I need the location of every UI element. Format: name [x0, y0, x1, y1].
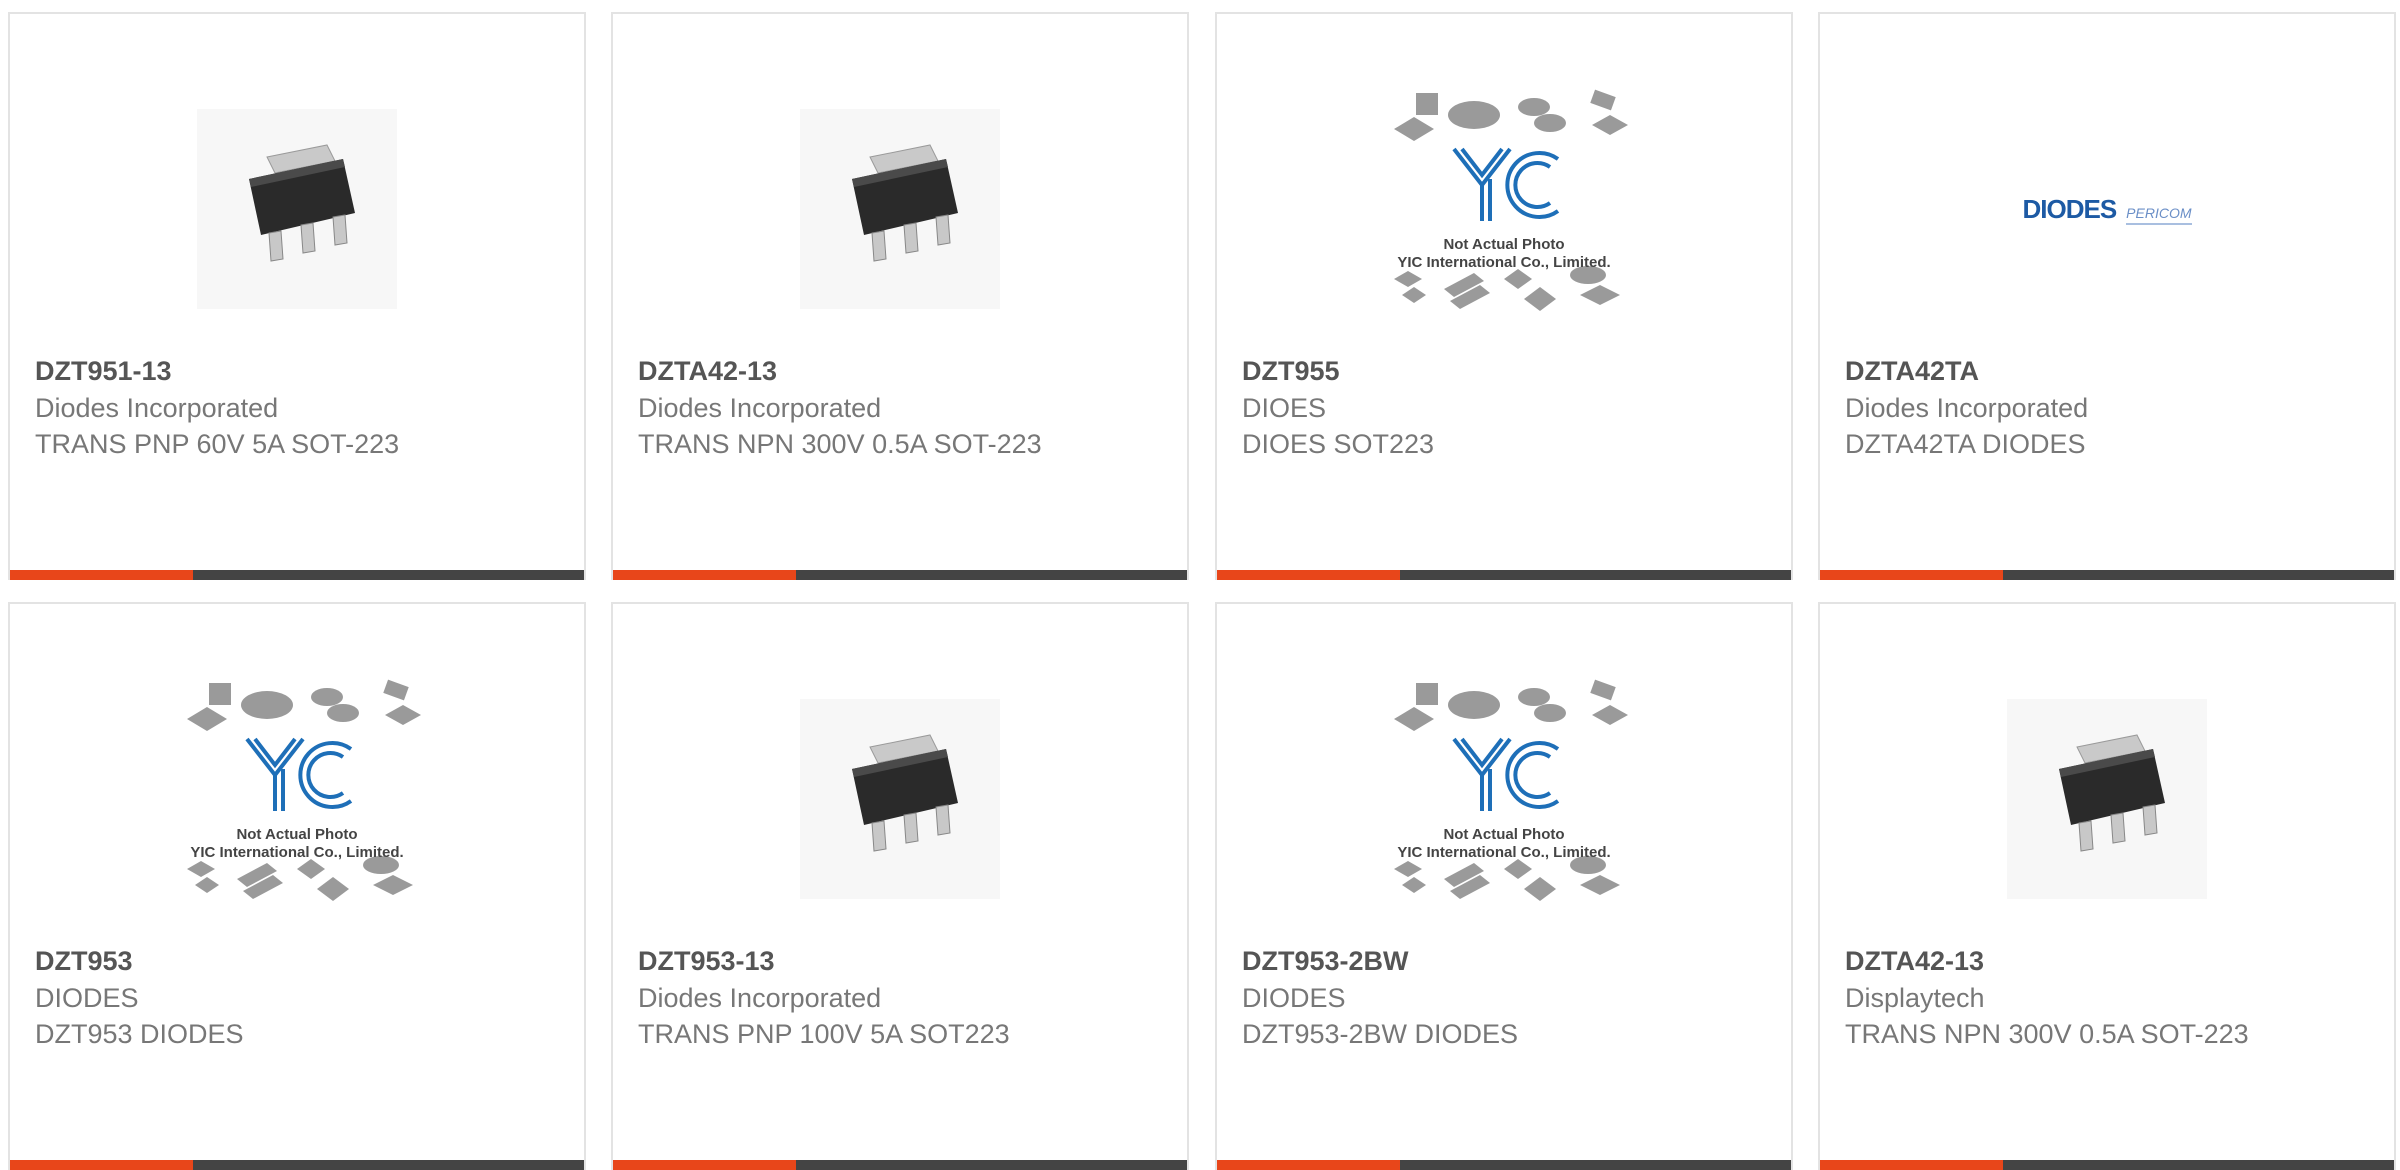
- card-footer-bar: [1820, 1160, 2394, 1170]
- product-info: DZTA42-13 Displaytech TRANS NPN 300V 0.5A …: [1845, 942, 2285, 1052]
- part-number[interactable]: DZT953: [35, 942, 475, 980]
- card-footer-bar: [1820, 570, 2394, 580]
- product-image[interactable]: [1820, 664, 2394, 934]
- description: DZT953 DIODES: [35, 1019, 244, 1049]
- product-card[interactable]: Not Actual Photo YIC International Co., L…: [1215, 12, 1793, 580]
- pericom-brand: PERICOM: [2126, 205, 2192, 225]
- diodes-logo[interactable]: DIODES PERICOM: [2022, 193, 2192, 225]
- product-image[interactable]: [613, 74, 1187, 344]
- description: DIOES SOT223: [1242, 429, 1435, 459]
- manufacturer: Diodes Incorporated: [35, 393, 279, 423]
- manufacturer: DIODES: [35, 983, 139, 1013]
- description: TRANS PNP 100V 5A SOT223: [638, 1019, 1010, 1049]
- card-footer-bar: [613, 1160, 1187, 1170]
- product-card[interactable]: Not Actual Photo YIC International Co., L…: [8, 602, 586, 1170]
- manufacturer: Displaytech: [1845, 983, 1985, 1013]
- description: DZT953-2BW DIODES: [1242, 1019, 1519, 1049]
- part-number[interactable]: DZT953-2BW: [1242, 942, 1682, 980]
- product-info: DZT953-13 Diodes Incorporated TRANS PNP 10…: [638, 942, 1078, 1052]
- product-card[interactable]: DZTA42-13 Displaytech TRANS NPN 300V 0.5A …: [1818, 602, 2396, 1170]
- product-image[interactable]: Not Actual Photo YIC International Co., L…: [10, 664, 584, 934]
- product-image[interactable]: Not Actual Photo YIC International Co., L…: [1217, 664, 1791, 934]
- card-accent-bar: [613, 570, 796, 580]
- placeholder-line1: Not Actual Photo: [1443, 826, 1564, 843]
- product-card[interactable]: Not Actual Photo YIC International Co., L…: [1215, 602, 1793, 1170]
- diodes-brand: DIODES: [2022, 193, 2117, 224]
- product-image[interactable]: [613, 664, 1187, 934]
- part-number[interactable]: DZT951-13: [35, 352, 475, 390]
- placeholder-line2: YIC International Co., Limited.: [190, 844, 403, 861]
- manufacturer: Diodes Incorporated: [1845, 393, 2089, 423]
- product-info: DZT951-13 Diodes Incorporated TRANS PNP 60…: [35, 352, 475, 462]
- description: DZTA42TA DIODES: [1845, 429, 2086, 459]
- part-number[interactable]: DZTA42-13: [638, 352, 1078, 390]
- part-number[interactable]: DZTA42TA: [1845, 352, 2285, 390]
- product-image[interactable]: DIODES PERICOM: [1820, 74, 2394, 344]
- card-accent-bar: [1820, 570, 2003, 580]
- manufacturer: Diodes Incorporated: [638, 393, 882, 423]
- product-info: DZT955 DIOES DIOES SOT223: [1242, 352, 1682, 462]
- placeholder-line1: Not Actual Photo: [1443, 236, 1564, 253]
- product-card[interactable]: DZT951-13 Diodes Incorporated TRANS PNP 60…: [8, 12, 586, 580]
- product-grid: DZT951-13 Diodes Incorporated TRANS PNP 60…: [0, 0, 2400, 1170]
- sot223-package-image[interactable]: [197, 109, 397, 309]
- card-accent-bar: [1820, 1160, 2003, 1170]
- not-actual-photo-image[interactable]: Not Actual PhotoYIC International Co., L…: [1374, 679, 1634, 919]
- part-number[interactable]: DZT953-13: [638, 942, 1078, 980]
- card-accent-bar: [613, 1160, 796, 1170]
- description: TRANS PNP 60V 5A SOT-223: [35, 429, 400, 459]
- placeholder-line1: Not Actual Photo: [236, 826, 357, 843]
- product-card[interactable]: DIODES PERICOM DZTA42TA Diodes Incorporated…: [1818, 12, 2396, 580]
- card-accent-bar: [1217, 570, 1400, 580]
- manufacturer: DIOES: [1242, 393, 1327, 423]
- not-actual-photo-image[interactable]: Not Actual PhotoYIC International Co., L…: [1374, 89, 1634, 329]
- product-info: DZT953 DIODES DZT953 DIODES: [35, 942, 475, 1052]
- product-info: DZTA42-13 Diodes Incorporated TRANS NPN 30…: [638, 352, 1078, 462]
- product-info: DZTA42TA Diodes Incorporated DZTA42TA DIOD…: [1845, 352, 2285, 462]
- card-footer-bar: [1217, 1160, 1791, 1170]
- manufacturer: Diodes Incorporated: [638, 983, 882, 1013]
- product-card[interactable]: DZT953-13 Diodes Incorporated TRANS PNP 10…: [611, 602, 1189, 1170]
- placeholder-line2: YIC International Co., Limited.: [1397, 844, 1610, 861]
- card-footer-bar: [10, 1160, 584, 1170]
- card-footer-bar: [10, 570, 584, 580]
- manufacturer: DIODES: [1242, 983, 1346, 1013]
- card-accent-bar: [1217, 1160, 1400, 1170]
- part-number[interactable]: DZT955: [1242, 352, 1682, 390]
- card-accent-bar: [10, 570, 193, 580]
- product-image[interactable]: [10, 74, 584, 344]
- sot223-package-image[interactable]: [800, 699, 1000, 899]
- placeholder-line2: YIC International Co., Limited.: [1397, 254, 1610, 271]
- sot223-package-image[interactable]: [800, 109, 1000, 309]
- product-image[interactable]: Not Actual Photo YIC International Co., L…: [1217, 74, 1791, 344]
- sot223-package-image[interactable]: [2007, 699, 2207, 899]
- product-card[interactable]: DZTA42-13 Diodes Incorporated TRANS NPN 30…: [611, 12, 1189, 580]
- card-footer-bar: [1217, 570, 1791, 580]
- description: TRANS NPN 300V 0.5A SOT-223: [1845, 1019, 2249, 1049]
- card-footer-bar: [613, 570, 1187, 580]
- not-actual-photo-image[interactable]: Not Actual PhotoYIC International Co., L…: [167, 679, 427, 919]
- product-info: DZT953-2BW DIODES DZT953-2BW DIODES: [1242, 942, 1682, 1052]
- part-number[interactable]: DZTA42-13: [1845, 942, 2285, 980]
- card-accent-bar: [10, 1160, 193, 1170]
- description: TRANS NPN 300V 0.5A SOT-223: [638, 429, 1042, 459]
